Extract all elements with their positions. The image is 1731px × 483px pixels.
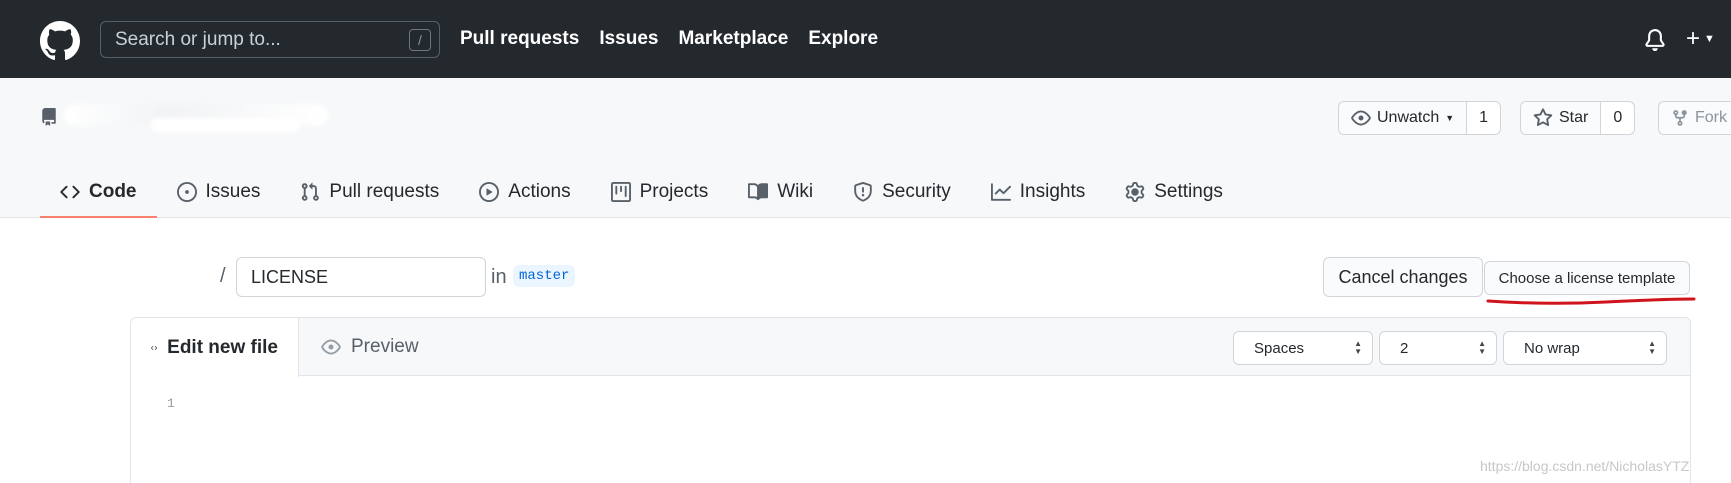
tab-pull-requests[interactable]: Pull requests (280, 168, 459, 218)
star-label: Star (1559, 109, 1589, 126)
plus-icon: + (1686, 25, 1701, 52)
issue-icon (176, 182, 197, 202)
global-header: Search or jump to... / Pull requests Iss… (0, 0, 1731, 78)
tab-settings-label: Settings (1154, 181, 1223, 202)
create-new-menu[interactable]: + ▼ (1686, 25, 1715, 52)
wrap-mode-select[interactable]: No wrap ▲ ▼ (1503, 331, 1667, 365)
eye-icon (321, 339, 341, 355)
repo-tabs: Code Issues Pull requests Actions Projec… (40, 168, 1243, 218)
top-nav: Pull requests Issues Marketplace Explore (460, 28, 878, 50)
tab-projects[interactable]: Projects (591, 168, 729, 218)
indent-mode-select[interactable]: Spaces ▲ ▼ (1233, 331, 1373, 365)
repo-header: Unwatch ▼ 1 Star 0 Fork Code Issues Pull… (0, 78, 1731, 218)
search-shortcut-key: / (409, 29, 431, 51)
fork-button[interactable]: Fork (1659, 102, 1731, 134)
book-icon (748, 183, 769, 201)
file-editor: Edit new file Preview Spaces ▲ ▼ 2 ▲ ▼ No … (130, 317, 1691, 483)
filename-input[interactable] (236, 257, 486, 297)
select-arrows-icon: ▲ ▼ (1354, 339, 1362, 356)
play-icon (479, 182, 500, 202)
watch-count[interactable]: 1 (1467, 102, 1501, 134)
search-placeholder: Search or jump to... (115, 28, 281, 50)
tab-settings[interactable]: Settings (1105, 168, 1243, 218)
fork-icon (1673, 110, 1687, 126)
repo-name-redacted-2 (150, 118, 300, 132)
line-number: 1 (167, 396, 175, 411)
tab-insights[interactable]: Insights (971, 168, 1105, 218)
tab-code-label: Code (89, 181, 137, 202)
fork-label: Fork (1695, 109, 1727, 126)
branch-badge: master (513, 265, 576, 287)
cancel-changes-button[interactable]: Cancel changes (1323, 257, 1483, 297)
star-icon (1533, 108, 1553, 127)
tab-security-label: Security (882, 181, 951, 202)
fork-button-group: Fork (1658, 101, 1731, 135)
tab-security[interactable]: Security (833, 168, 971, 218)
tab-wiki-label: Wiki (777, 181, 814, 202)
star-button-group: Star 0 (1520, 101, 1636, 135)
tab-issues-label: Issues (205, 181, 261, 202)
select-arrows-icon: ▲ ▼ (1648, 339, 1656, 356)
bell-icon[interactable] (1644, 28, 1666, 52)
gear-icon (1125, 182, 1145, 202)
unwatch-button[interactable]: Unwatch ▼ (1339, 102, 1468, 134)
eye-icon (1351, 110, 1371, 126)
code-icon (60, 185, 80, 199)
tab-insights-label: Insights (1019, 181, 1086, 202)
project-icon (610, 182, 631, 202)
path-separator: / (220, 265, 226, 287)
annotation-underline (1486, 297, 1696, 305)
search-input[interactable]: Search or jump to... / (100, 21, 440, 58)
caret-down-icon: ▼ (1704, 33, 1715, 45)
select-arrows-icon: ▲ ▼ (1478, 339, 1486, 356)
star-button[interactable]: Star (1521, 102, 1602, 134)
tab-pull-requests-label: Pull requests (329, 181, 440, 202)
wrap-mode-value: No wrap (1524, 339, 1580, 357)
editor-toolbar: Edit new file Preview Spaces ▲ ▼ 2 ▲ ▼ No … (131, 318, 1690, 377)
in-label: in (491, 266, 507, 288)
github-logo-icon[interactable] (40, 21, 80, 61)
edit-tab-label: Edit new file (167, 336, 278, 358)
choose-license-template-button[interactable]: Choose a license template (1484, 261, 1690, 295)
unwatch-label: Unwatch (1377, 109, 1440, 126)
tab-actions-label: Actions (508, 181, 571, 202)
tab-preview[interactable]: Preview (301, 318, 439, 376)
watch-button-group: Unwatch ▼ 1 (1338, 101, 1502, 135)
star-count[interactable]: 0 (1601, 102, 1635, 134)
nav-explore[interactable]: Explore (808, 28, 878, 50)
tab-issues[interactable]: Issues (157, 168, 281, 218)
nav-pull-requests[interactable]: Pull requests (460, 28, 579, 50)
tab-wiki[interactable]: Wiki (728, 168, 833, 218)
indent-size-select[interactable]: 2 ▲ ▼ (1379, 331, 1497, 365)
tab-actions[interactable]: Actions (459, 168, 590, 218)
nav-issues[interactable]: Issues (599, 28, 658, 50)
tab-edit-new-file[interactable]: Edit new file (131, 318, 299, 377)
code-icon (151, 345, 158, 350)
watermark: https://blog.csdn.net/NicholasYTZ (1480, 458, 1690, 474)
pull-request-icon (302, 182, 320, 201)
preview-tab-label: Preview (351, 336, 419, 357)
shield-icon (854, 182, 872, 202)
nav-marketplace[interactable]: Marketplace (678, 28, 788, 50)
tab-projects-label: Projects (639, 181, 709, 202)
indent-mode-value: Spaces (1254, 339, 1305, 357)
caret-down-icon: ▼ (1445, 113, 1455, 123)
tab-code[interactable]: Code (40, 168, 157, 218)
indent-size-value: 2 (1400, 339, 1409, 357)
graph-icon (990, 183, 1011, 201)
repo-icon (42, 108, 56, 126)
